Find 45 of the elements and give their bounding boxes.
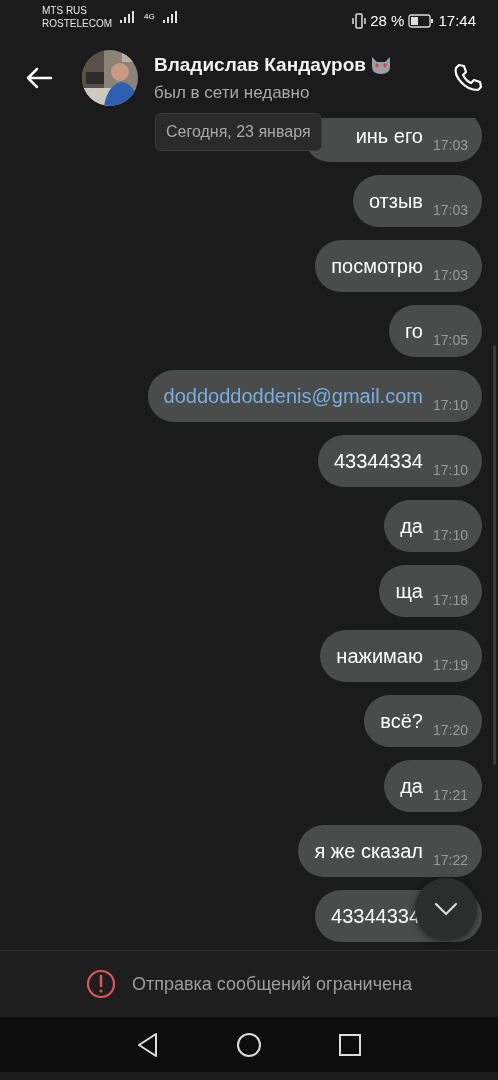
message-text: ща bbox=[395, 579, 423, 604]
battery-percent: 28 % bbox=[370, 11, 405, 31]
contact-name: Владислав Кандауров bbox=[154, 53, 366, 77]
message-time: 17:05 bbox=[432, 330, 468, 350]
message-text: нажимаю bbox=[336, 644, 423, 669]
restriction-notice: Отправка сообщений ограничена bbox=[132, 972, 412, 996]
network-type: 4G bbox=[144, 13, 155, 21]
signal-icon bbox=[162, 10, 179, 24]
message-time: 17:22 bbox=[432, 850, 468, 870]
message-time: 17:10 bbox=[432, 525, 468, 545]
message-text: посмотрю bbox=[331, 254, 423, 279]
message-text: отзыв bbox=[368, 189, 423, 214]
message-text: го bbox=[404, 319, 423, 344]
cat-face-icon bbox=[369, 55, 392, 76]
date-label: Сегодня, 23 января bbox=[155, 113, 322, 151]
message-text: 43344334 bbox=[331, 904, 420, 929]
message-time: 17:19 bbox=[432, 655, 468, 675]
clock-time: 17:44 bbox=[438, 11, 476, 31]
warning-icon bbox=[86, 969, 116, 999]
message-time: 17:10 bbox=[432, 460, 468, 480]
message-text: инь его bbox=[355, 124, 423, 149]
message-time: 17:21 bbox=[432, 785, 468, 805]
call-button[interactable] bbox=[452, 62, 484, 94]
message-time: 17:03 bbox=[432, 200, 468, 220]
message-text: я же сказал bbox=[314, 839, 423, 864]
battery-icon bbox=[408, 14, 435, 29]
message-time: 17:18 bbox=[432, 590, 468, 610]
back-nav-button[interactable] bbox=[136, 1031, 160, 1058]
carrier-name: MTS RUS bbox=[42, 4, 88, 17]
message-time: 17:03 bbox=[432, 265, 468, 285]
signal-icon bbox=[120, 10, 136, 24]
last-seen-status: был в сети недавно bbox=[154, 81, 311, 104]
message-text: 43344334 bbox=[333, 449, 423, 474]
message-text: всё? bbox=[380, 709, 423, 734]
message-time: 17:03 bbox=[432, 135, 468, 155]
chevron-down-icon bbox=[434, 902, 458, 916]
carrier-name: ROSTELECOM bbox=[42, 17, 112, 30]
recents-nav-button[interactable] bbox=[338, 1032, 362, 1057]
email-link[interactable]: doddoddoddenis@gmail.com bbox=[163, 381, 423, 411]
message-text: да bbox=[400, 514, 423, 539]
message-text: да bbox=[400, 774, 423, 799]
message-time: 17:10 bbox=[432, 395, 468, 415]
message-time: 17:20 bbox=[432, 720, 468, 740]
home-nav-button[interactable] bbox=[236, 1031, 262, 1058]
vibrate-icon bbox=[352, 13, 367, 30]
